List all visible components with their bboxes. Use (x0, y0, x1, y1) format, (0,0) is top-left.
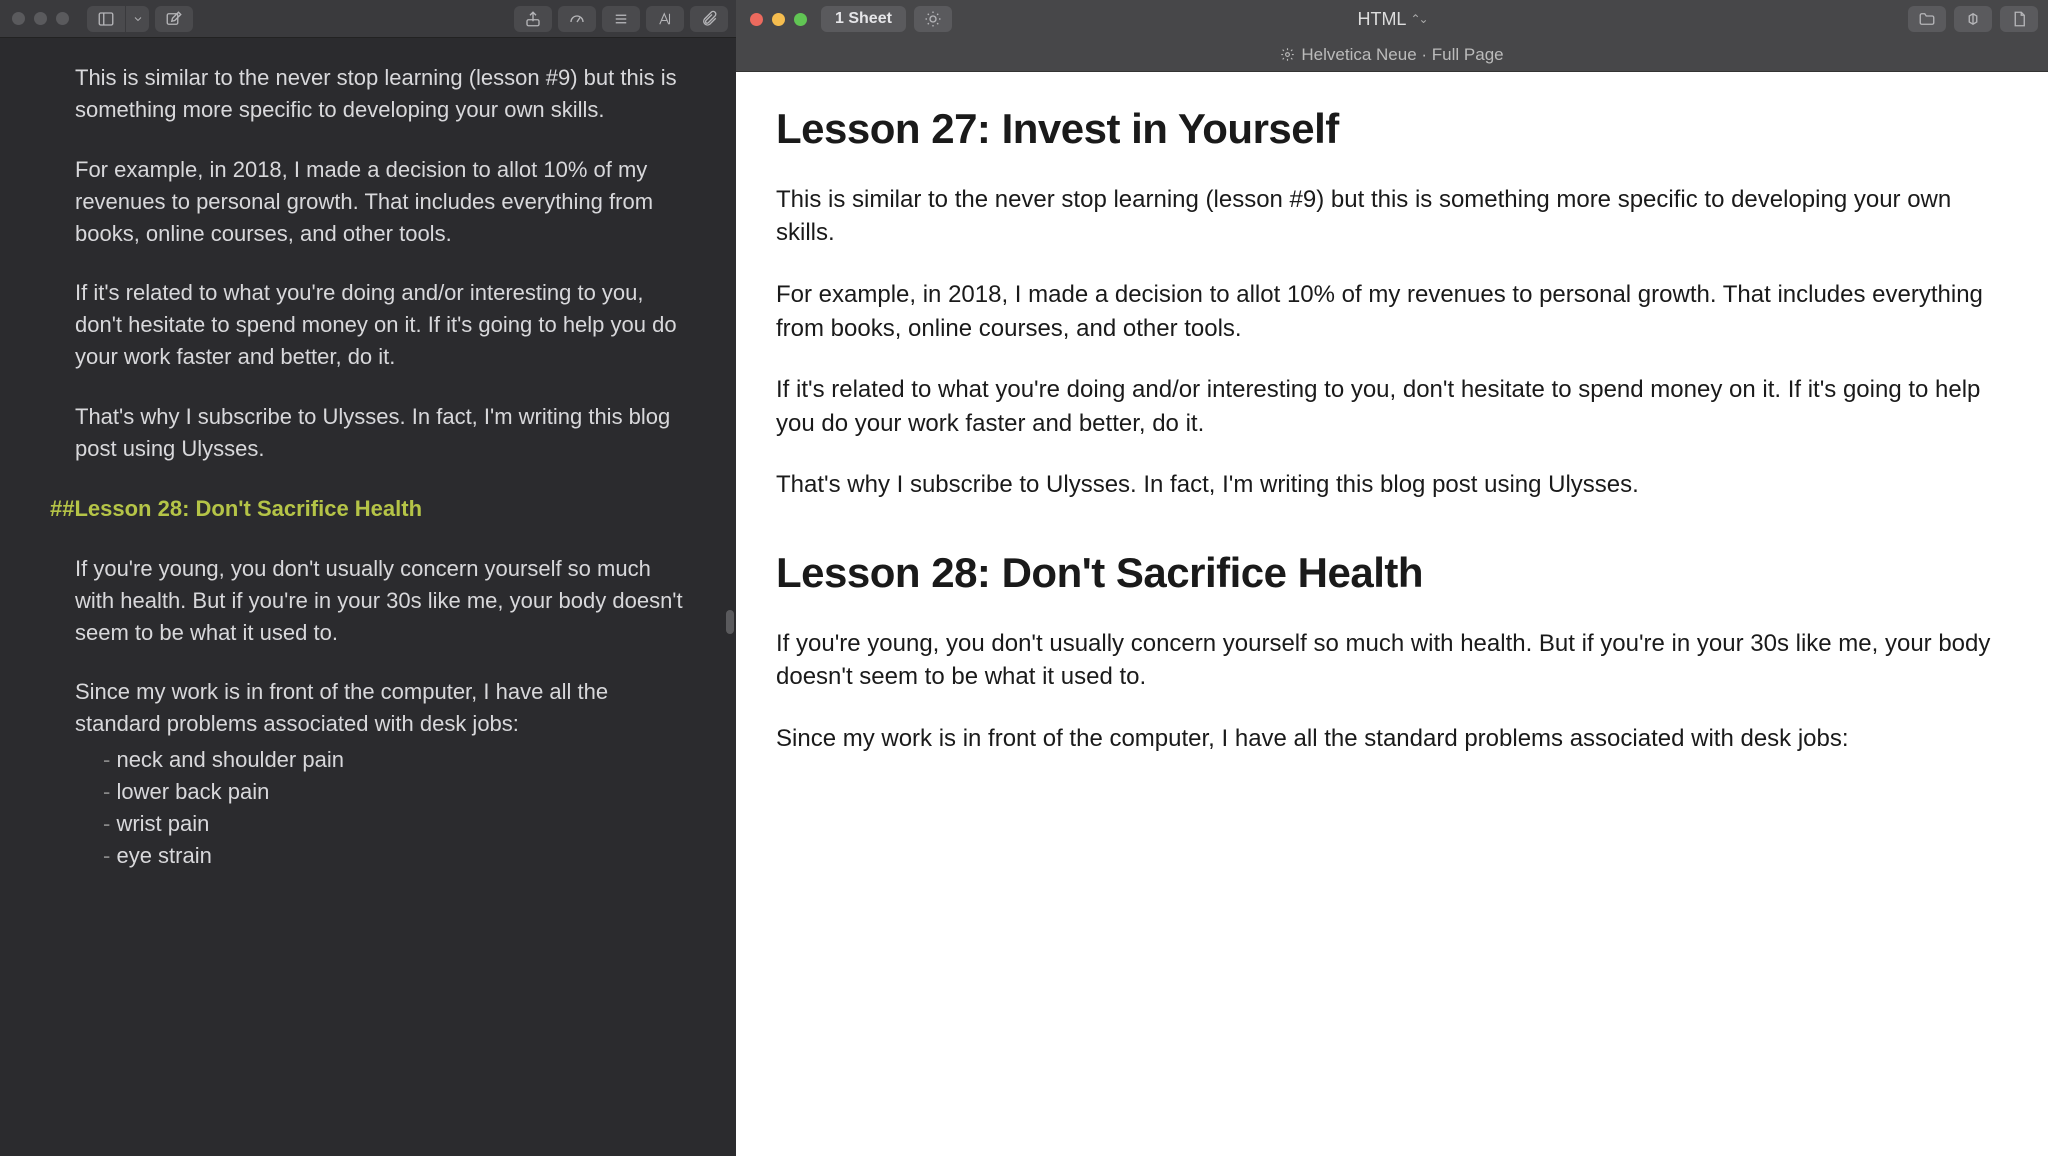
preview-content: Lesson 27: Invest in Yourself This is si… (736, 72, 2048, 1156)
close-window[interactable] (12, 12, 25, 25)
navigation-button[interactable] (602, 6, 640, 32)
sidebar-menu-button[interactable] (125, 6, 149, 32)
preview-paragraph: This is similar to the never stop learni… (776, 183, 2008, 250)
updown-icon: ⌃⌄ (1410, 12, 1426, 26)
editor-list-item[interactable]: - neck and shoulder pain (75, 744, 686, 776)
appearance-button[interactable] (914, 6, 952, 32)
app-icon (1964, 10, 1982, 28)
editor-heading-marker[interactable]: ##Lesson 28: Don't Sacrifice Health (50, 493, 686, 525)
zoom-window[interactable] (794, 13, 807, 26)
editor-list-item[interactable]: - eye strain (75, 840, 686, 872)
preview-subbar[interactable]: Helvetica Neue · Full Page (736, 38, 2048, 72)
compose-icon (165, 10, 183, 28)
sun-icon (924, 10, 942, 28)
export-app-button[interactable] (1954, 6, 1992, 32)
sidebar-toggle-button[interactable] (87, 6, 125, 32)
list-item-text: eye strain (116, 843, 211, 868)
compose-button[interactable] (155, 6, 193, 32)
export-folder-button[interactable] (1908, 6, 1946, 32)
page-icon (2010, 10, 2028, 28)
share-button[interactable] (514, 6, 552, 32)
preview-format-selector[interactable]: HTML ⌃⌄ (1357, 9, 1426, 30)
editor-toolbar (0, 0, 736, 38)
editor-paragraph[interactable]: This is similar to the never stop learni… (75, 62, 686, 126)
editor-content[interactable]: This is similar to the never stop learni… (0, 38, 736, 1156)
list-marker: - (103, 811, 110, 836)
list-marker: - (103, 779, 110, 804)
window-controls-inactive (12, 12, 69, 25)
preview-paragraph: For example, in 2018, I made a decision … (776, 278, 2008, 345)
minimize-window[interactable] (772, 13, 785, 26)
preview-toolbar: 1 Sheet HTML ⌃⌄ (736, 0, 2048, 38)
share-icon (524, 10, 542, 28)
editor-list-item[interactable]: - wrist pain (75, 808, 686, 840)
editor-paragraph[interactable]: If it's related to what you're doing and… (75, 277, 686, 373)
editor-paragraph[interactable]: If you're young, you don't usually conce… (75, 553, 686, 649)
editor-pane: This is similar to the never stop learni… (0, 0, 736, 1156)
editor-scrollbar[interactable] (724, 0, 734, 1156)
minimize-window[interactable] (34, 12, 47, 25)
chevron-down-icon (132, 13, 144, 25)
list-marker: - (103, 843, 110, 868)
editor-list-item[interactable]: - lower back pain (75, 776, 686, 808)
close-window[interactable] (750, 13, 763, 26)
typography-button[interactable] (646, 6, 684, 32)
list-item-text: wrist pain (116, 811, 209, 836)
statistics-button[interactable] (558, 6, 596, 32)
list-item-text: neck and shoulder pain (116, 747, 344, 772)
preview-heading: Lesson 28: Don't Sacrifice Health (776, 544, 2008, 603)
sidebar-icon (97, 10, 115, 28)
preview-style-label: Helvetica Neue · Full Page (1301, 45, 1503, 65)
sheet-count-button[interactable]: 1 Sheet (821, 6, 906, 32)
list-icon (612, 10, 630, 28)
editor-paragraph[interactable]: That's why I subscribe to Ulysses. In fa… (75, 401, 686, 465)
gear-icon (1280, 47, 1295, 62)
zoom-window[interactable] (56, 12, 69, 25)
list-marker: - (103, 747, 110, 772)
window-controls-active (750, 13, 807, 26)
preview-pane: 1 Sheet HTML ⌃⌄ Helvetica Neue · Full Pa… (736, 0, 2048, 1156)
preview-paragraph: That's why I subscribe to Ulysses. In fa… (776, 468, 2008, 502)
preview-paragraph: If it's related to what you're doing and… (776, 373, 2008, 440)
format-label: HTML (1357, 9, 1406, 30)
scrollbar-thumb[interactable] (726, 610, 734, 634)
preview-paragraph: Since my work is in front of the compute… (776, 722, 2008, 756)
export-page-button[interactable] (2000, 6, 2038, 32)
font-icon (656, 10, 674, 28)
editor-paragraph[interactable]: Since my work is in front of the compute… (75, 676, 686, 740)
gauge-icon (568, 10, 586, 28)
editor-paragraph[interactable]: For example, in 2018, I made a decision … (75, 154, 686, 250)
paperclip-icon (700, 10, 718, 28)
list-item-text: lower back pain (116, 779, 269, 804)
preview-heading: Lesson 27: Invest in Yourself (776, 100, 2008, 159)
folder-icon (1918, 10, 1936, 28)
attachments-button[interactable] (690, 6, 728, 32)
preview-paragraph: If you're young, you don't usually conce… (776, 627, 2008, 694)
